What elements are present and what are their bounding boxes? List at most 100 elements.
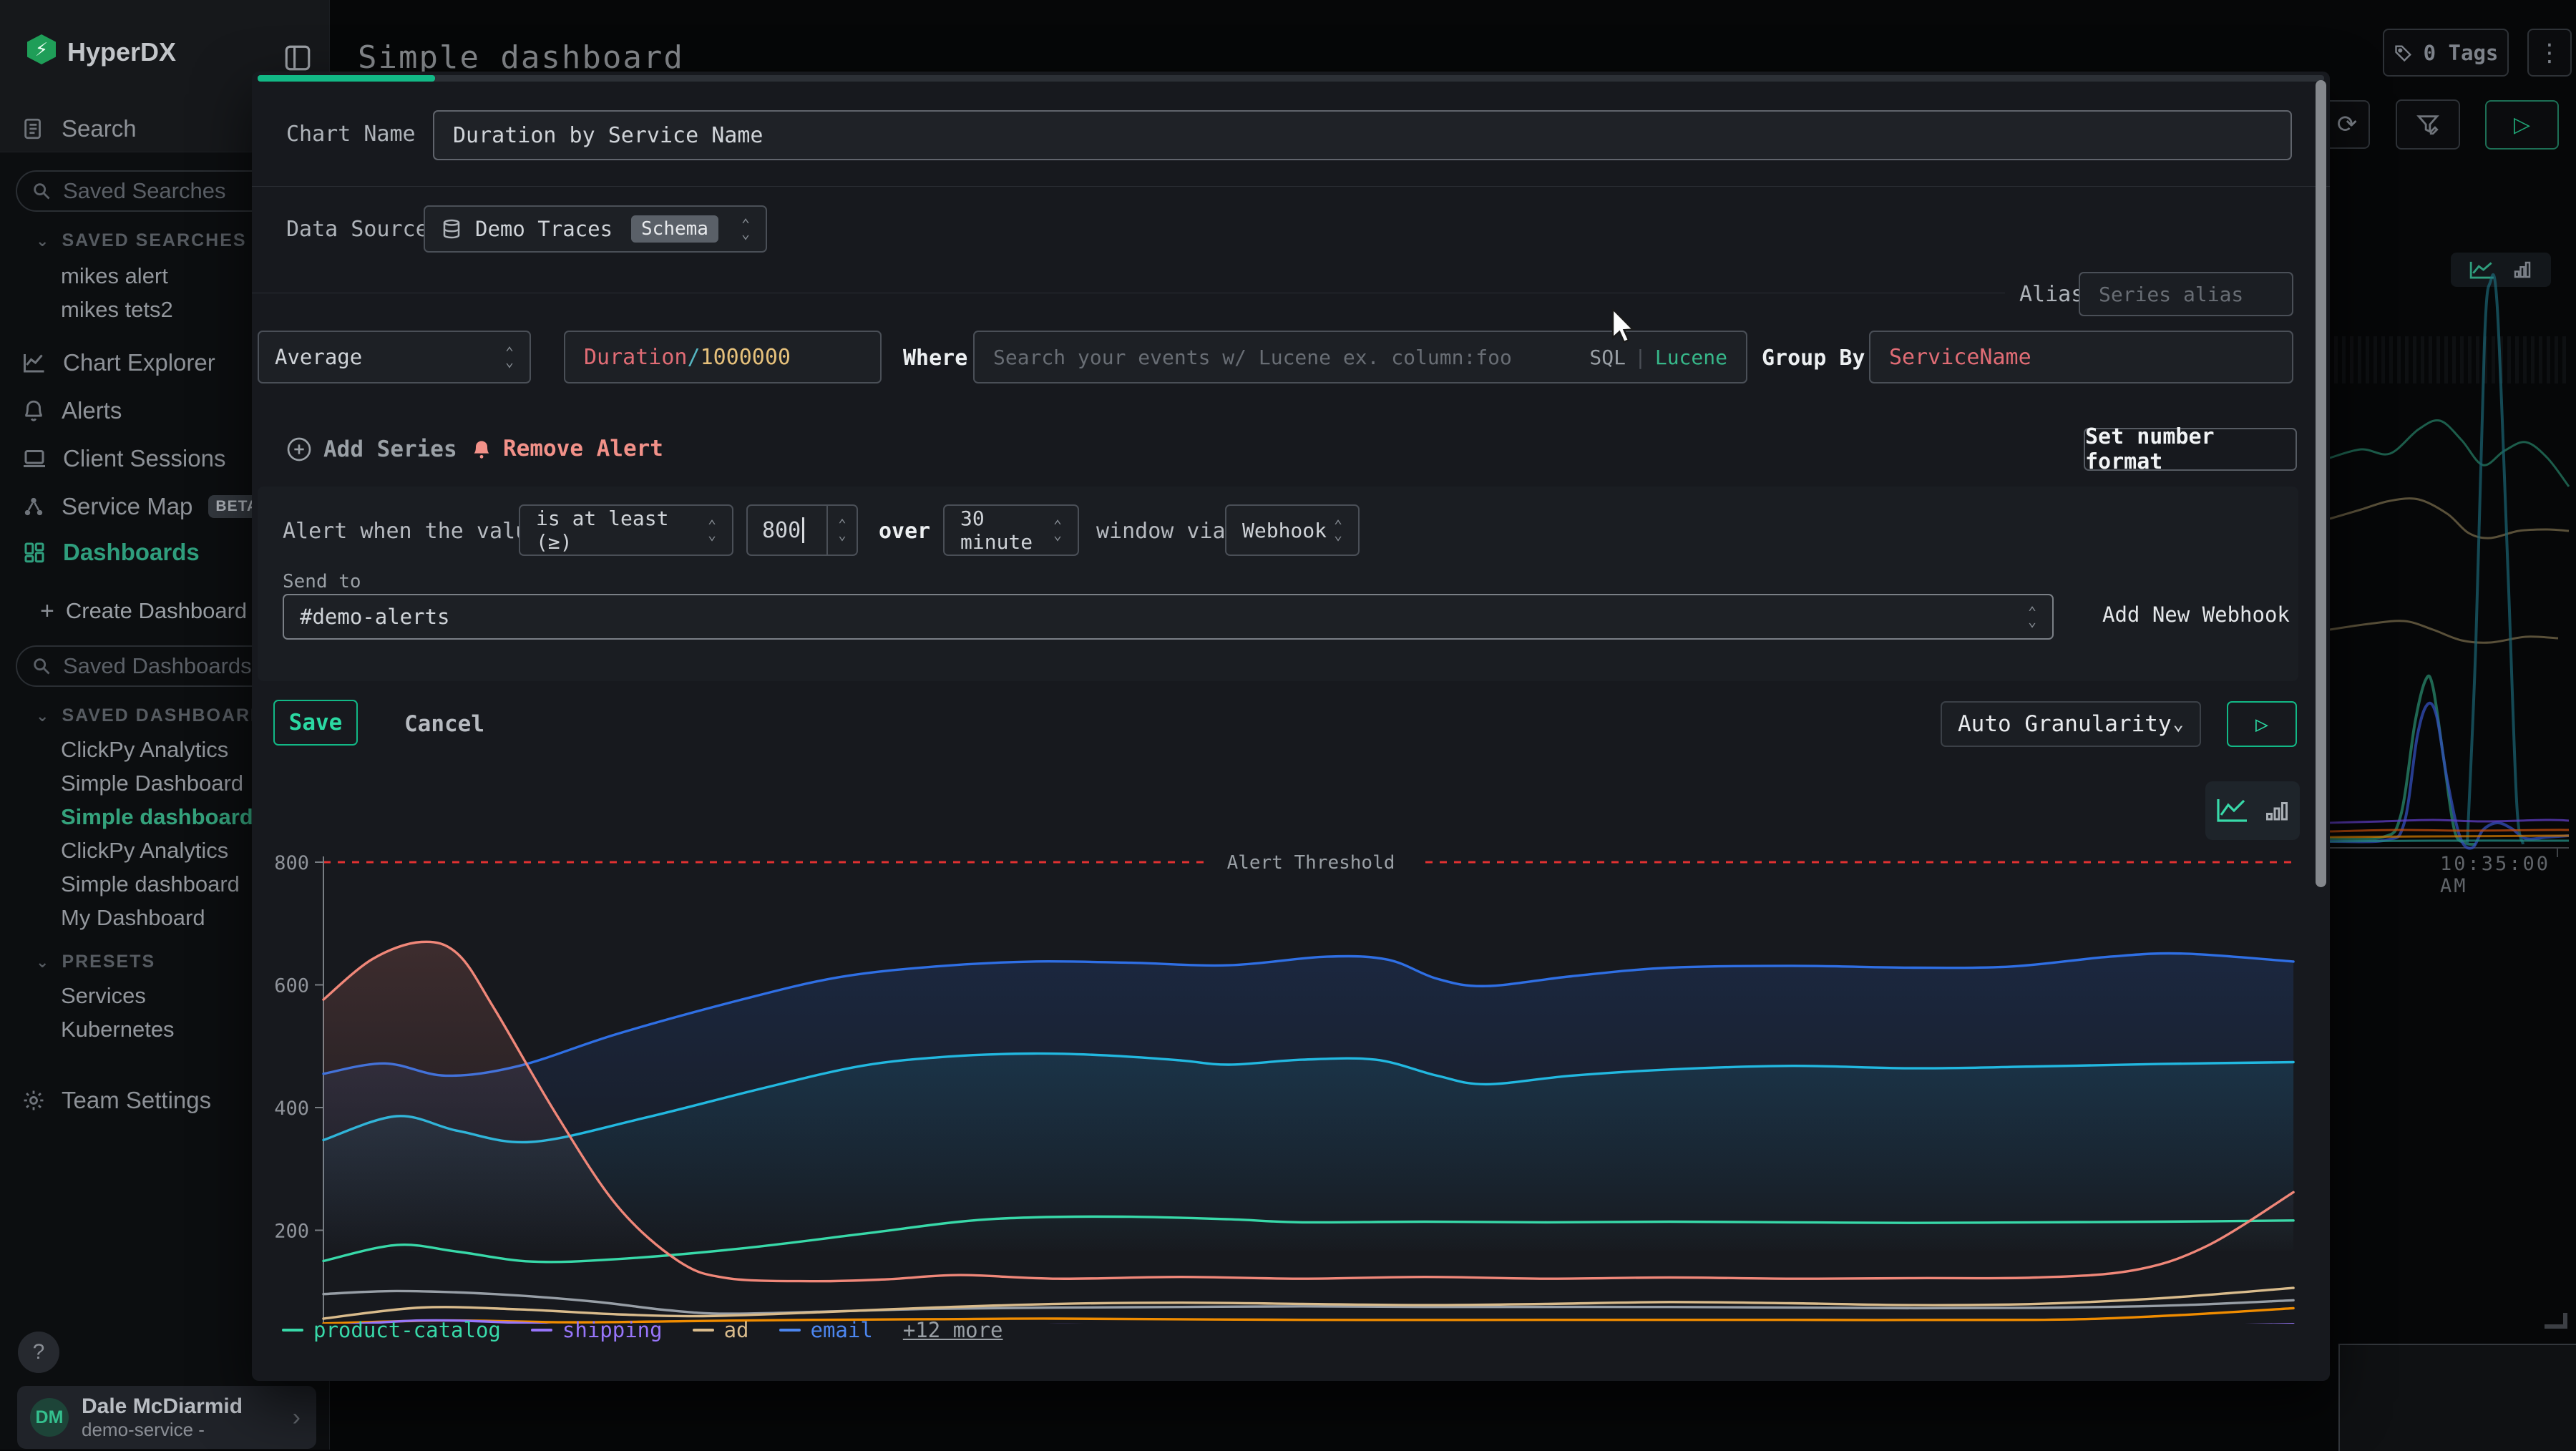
select-chevrons-icon: ⌃⌄ [505,348,514,366]
filter-button[interactable] [2396,99,2460,150]
set-number-format-label: Set number format [2085,424,2296,474]
alert-threshold-value: 800 [762,518,801,543]
legend-item[interactable]: ad [693,1318,749,1342]
more-menu-button[interactable]: ⋮ [2527,29,2572,77]
select-chevrons-icon: ⌃⌄ [1334,521,1342,539]
dashboards-grid-icon [21,539,47,565]
chevron-down-icon: ⌄ [36,707,50,726]
alert-channel-select[interactable]: Webhook ⌃⌄ [1225,504,1360,556]
avatar: DM [30,1398,69,1437]
chevron-right-icon: › [293,1404,301,1432]
filter-edit-icon [2416,112,2440,137]
text-caret [802,517,804,543]
cancel-button[interactable]: Cancel [404,711,484,737]
remove-alert-button[interactable]: Remove Alert [470,435,663,462]
data-source-value: Demo Traces [475,217,613,241]
chart-legend: product-catalog shipping ad email +12 more [282,1318,1003,1342]
alert-window-select[interactable]: 30 minute ⌃⌄ [943,504,1079,556]
select-chevrons-icon: ⌃⌄ [2028,607,2036,626]
lucene-mode-toggle[interactable]: Lucene [1655,346,1727,369]
sidebar-item-label: Team Settings [62,1087,211,1114]
where-label: Where [903,346,967,371]
legend-item[interactable]: product-catalog [282,1318,501,1342]
number-spinner[interactable]: ⌃⌄ [826,506,857,554]
sidebar-item-label: Search [62,115,137,142]
search-logs-icon [21,116,46,142]
kebab-icon: ⋮ [2537,39,2562,67]
group-by-value: ServiceName [1889,345,2031,370]
user-menu[interactable]: DM Dale McDiarmid demo-service - › [17,1386,316,1449]
tags-label: 0 Tags [2424,41,2499,65]
app-logo: HyperDX [67,37,176,67]
chevron-down-icon: ⌄ [2172,713,2184,735]
alert-channel-value: Webhook [1242,519,1327,542]
svg-text:600: 600 [274,975,309,997]
section-saved-searches[interactable]: ⌄ SAVED SEARCHES [36,230,247,251]
edit-chart-modal: Chart Name Duration by Service Name Data… [252,72,2330,1381]
svg-text:Alert Threshold: Alert Threshold [1227,852,1395,874]
loading-bar-progress [258,75,435,82]
legend-item[interactable]: shipping [531,1318,663,1342]
tile-resize-handle[interactable] [2545,1313,2567,1329]
svg-text:800: 800 [274,852,309,874]
window-via-label: window via [1096,519,1226,544]
loading-bar-track [258,75,2324,82]
mode-divider: | [1634,346,1646,369]
legend-label: product-catalog [313,1318,501,1342]
add-series-button[interactable]: Add Series [285,435,457,464]
page-title: Simple dashboard [358,39,684,76]
play-icon: ▷ [2255,712,2268,737]
add-series-label: Add Series [323,436,457,462]
database-icon [441,218,462,240]
run-chart-button[interactable]: ▷ [2227,701,2297,747]
refresh-button[interactable]: ⟳ [2324,100,2370,149]
chevron-down-icon: ⌄ [36,232,50,250]
add-new-webhook-link[interactable]: Add New Webhook [2102,602,2290,627]
section-saved-dashboards[interactable]: ⌄ SAVED DASHBOARDS [36,705,278,726]
where-placeholder: Search your events w/ Lucene ex. column:… [993,346,1512,369]
granularity-select[interactable]: Auto Granularity ⌄ [1941,701,2201,747]
sql-mode-toggle[interactable]: SQL [1589,346,1626,369]
legend-item[interactable]: email [779,1318,873,1342]
saved-dashboards-placeholder: Saved Dashboards [63,653,252,679]
modal-scrollbar[interactable] [2316,80,2326,887]
section-title: PRESETS [62,952,155,972]
data-source-select[interactable]: Demo Traces Schema ⌃⌄ [424,205,767,253]
tags-button[interactable]: 0 Tags [2383,29,2509,77]
legend-label: email [811,1318,873,1342]
legend-swatch [693,1329,714,1332]
alias-input[interactable]: Series alias [2079,272,2293,316]
legend-more-link[interactable]: +12 more [903,1318,1003,1342]
webhook-select[interactable]: #demo-alerts ⌃⌄ [283,594,2054,640]
alert-threshold-input[interactable]: 800 ⌃⌄ [746,504,858,556]
background-chart-time-label: 10:35:00 AM [2440,853,2576,897]
hyperdx-logo-icon: ⚡ [27,34,56,64]
alert-prefix-label: Alert when the value [283,519,541,544]
sidebar-item-label: Service Map [62,493,192,520]
alias-label: Alias [2019,282,2084,307]
chart-name-value: Duration by Service Name [453,123,763,148]
save-label: Save [289,710,343,736]
run-query-button-background[interactable]: ▷ [2485,100,2559,150]
mouse-cursor [1611,309,1643,346]
formula-input[interactable]: Duration/1000000 [564,331,882,383]
alert-condition-select[interactable]: is at least (≥) ⌃⌄ [519,504,733,556]
sidebar-collapse-icon[interactable] [283,43,313,73]
schema-badge: Schema [631,215,718,243]
background-dashboard-chart [2330,243,2576,902]
webhook-value: #demo-alerts [300,605,450,629]
background-next-tile [2338,1344,2576,1451]
divider [252,186,2330,187]
group-by-input[interactable]: ServiceName [1869,331,2293,383]
chart-name-input[interactable]: Duration by Service Name [433,110,2292,160]
sidebar-item-label: Client Sessions [63,445,225,472]
help-button[interactable]: ? [18,1332,59,1373]
data-source-label: Data Source [286,217,429,242]
set-number-format-button[interactable]: Set number format [2084,428,2297,471]
svg-text:200: 200 [274,1221,309,1243]
section-presets[interactable]: ⌄ PRESETS [36,952,155,972]
save-button[interactable]: Save [273,700,358,746]
search-icon [31,181,52,201]
help-label: ? [33,1340,45,1364]
aggregation-select[interactable]: Average ⌃⌄ [258,331,531,383]
